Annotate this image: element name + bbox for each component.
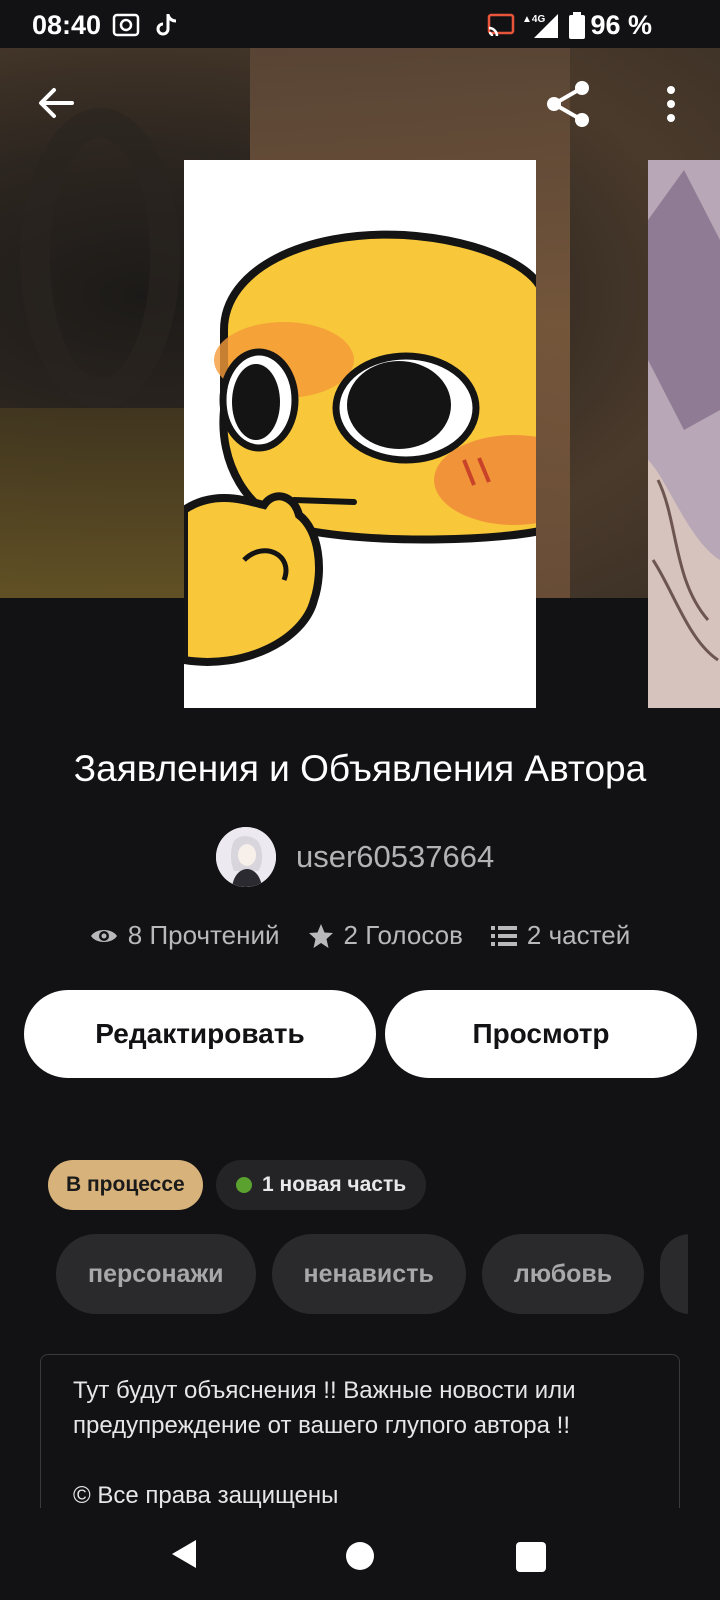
votes-stat: 2 Голосов [308,920,463,951]
new-part-label: 1 новая часть [262,1173,407,1196]
more-vert-icon[interactable] [656,82,686,126]
reads-count: 8 Прочтений [127,920,280,950]
view-button[interactable]: Просмотр [385,990,697,1078]
nav-recents-icon[interactable] [516,1542,546,1572]
story-stats: 8 Прочтений 2 Голосов 2 частей [0,920,720,951]
signal-icon: ▲4G [522,14,558,38]
tag-list: персонажи ненависть любовь [56,1234,688,1314]
nav-back-icon[interactable] [170,1538,198,1570]
list-icon [490,925,517,946]
status-time: 08:40 [32,10,102,40]
screenshot-icon [112,13,140,37]
reads-stat: 8 Прочтений [90,920,280,951]
story-title: Заявления и Объявления Автора [73,748,647,789]
parts-stat: 2 частей [490,920,631,951]
votes-count: 2 Голосов [343,920,463,950]
back-arrow-icon[interactable] [34,82,76,124]
system-nav-bar [0,1508,720,1600]
nav-home-icon[interactable] [346,1542,374,1570]
story-cover[interactable] [184,160,536,708]
author-link[interactable]: user60537664 [216,826,494,888]
tag-chip[interactable]: любовь [481,1234,645,1314]
star-icon [308,923,333,948]
parts-count: 2 частей [526,920,631,950]
new-part-badge: 1 новая часть [216,1160,427,1210]
tiktok-icon [156,14,177,36]
battery-icon [569,12,585,39]
next-story-cover[interactable] [648,160,720,708]
cast-icon [487,13,515,37]
story-description: Тут будут объяснения !! Важные новости и… [40,1354,680,1508]
new-indicator-dot [236,1177,252,1193]
edit-button[interactable]: Редактировать [24,990,376,1078]
eye-icon [90,929,117,942]
status-badge: В процессе [48,1160,203,1210]
tag-chip[interactable]: ненависть [271,1234,466,1314]
tag-chip[interactable]: персонажи [56,1234,256,1314]
author-name[interactable]: user60537664 [296,839,494,875]
description-text: Тут будут объяснения !! Важные новости и… [73,1377,576,1508]
tag-chip-overflow[interactable] [660,1234,688,1314]
svg-text:▲4G: ▲4G [522,14,545,25]
share-icon[interactable] [542,78,594,130]
author-avatar[interactable] [216,827,276,887]
status-bar: 08:40 ▲4G 96 % [0,0,720,48]
battery-percent: 96 % [590,10,652,40]
